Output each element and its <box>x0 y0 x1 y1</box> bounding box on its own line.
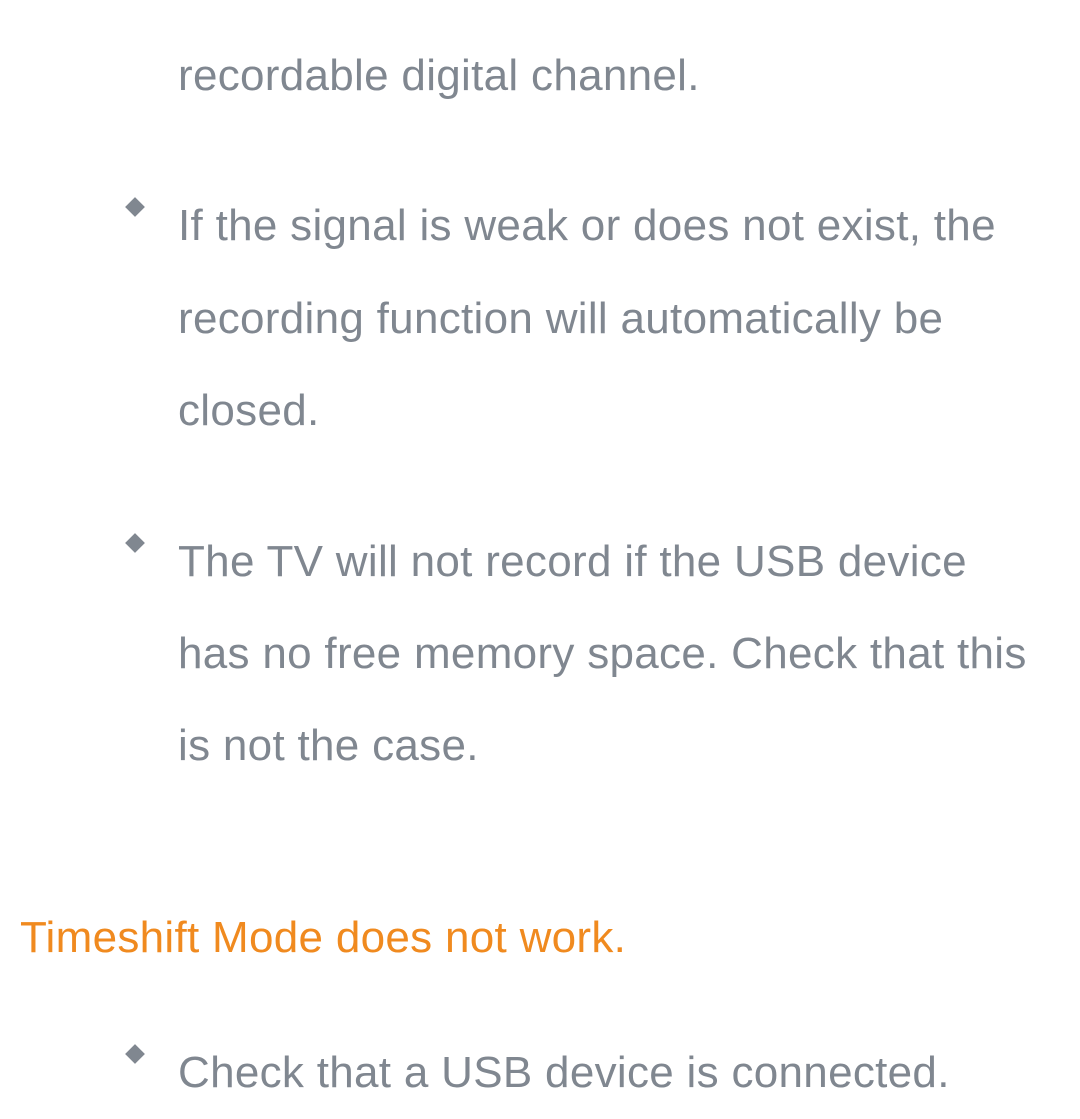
list-item: Check that a USB device is connected. <box>0 1027 1080 1119</box>
diamond-bullet-icon <box>125 533 145 553</box>
list-item: The TV will not record if the USB device… <box>0 516 1080 793</box>
list-item-text: The TV will not record if the USB device… <box>178 516 1030 793</box>
list-item-text: Check that a USB device is connected. <box>178 1027 950 1119</box>
document-content: recordable digital channel. If the signa… <box>0 0 1080 1119</box>
diamond-bullet-icon <box>125 1044 145 1064</box>
list-item-text: If the signal is weak or does not exist,… <box>178 180 1030 457</box>
continuation-text: recordable digital channel. <box>0 30 1080 122</box>
section-heading: Timeshift Mode does not work. <box>0 913 1080 963</box>
list-item: If the signal is weak or does not exist,… <box>0 180 1080 457</box>
diamond-bullet-icon <box>125 197 145 217</box>
